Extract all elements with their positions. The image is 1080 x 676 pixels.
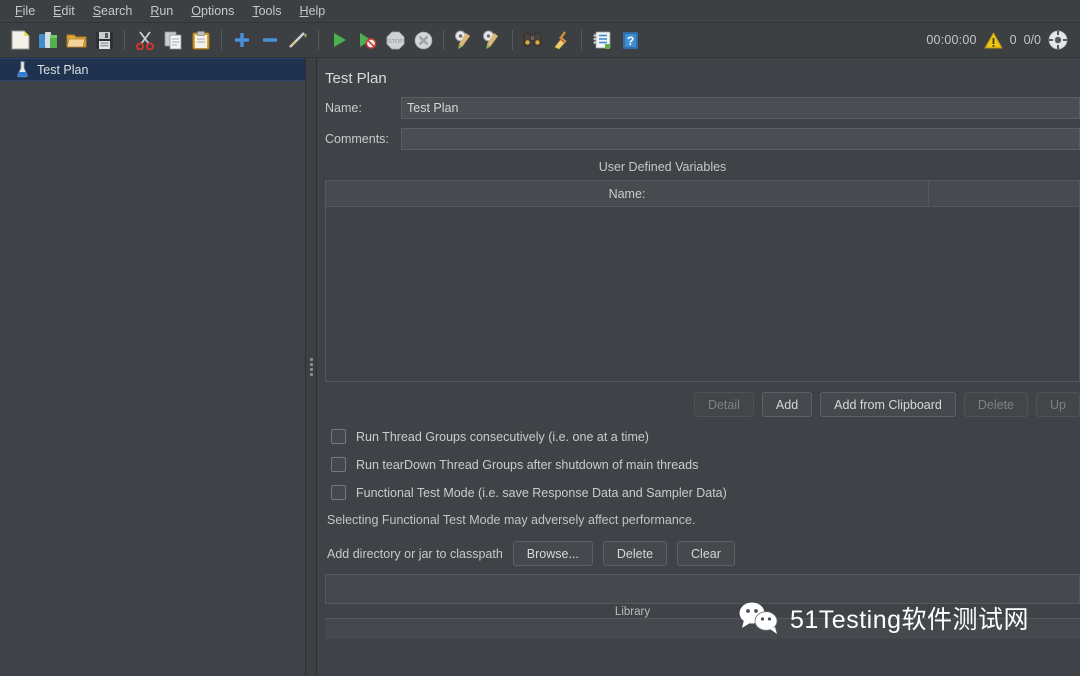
templates-icon[interactable] <box>35 27 61 53</box>
menu-item-options[interactable]: Options <box>182 2 243 20</box>
svg-text:STOP: STOP <box>388 39 403 45</box>
toolbar: STOP ? 00:00:00 0 0/0 <box>0 23 1080 58</box>
toolbar-separator <box>512 30 513 50</box>
warning-triangle-icon[interactable] <box>984 32 1003 49</box>
start-icon[interactable] <box>326 27 352 53</box>
table-body[interactable] <box>326 207 1079 381</box>
name-input[interactable] <box>401 97 1080 119</box>
menu-item-help[interactable]: Help <box>291 2 335 20</box>
user-defined-variables-caption: User Defined Variables <box>598 160 727 174</box>
search-icon[interactable] <box>520 27 546 53</box>
classpath-row: Add directory or jar to classpath Browse… <box>325 541 1080 566</box>
splitter-grip <box>309 358 313 376</box>
run-teardown-label[interactable]: Run tearDown Thread Groups after shutdow… <box>356 458 698 472</box>
functional-test-mode-checkbox[interactable] <box>331 485 346 500</box>
toolbar-separator <box>318 30 319 50</box>
delete-button[interactable]: Delete <box>963 392 1029 417</box>
run-teardown-checkbox[interactable] <box>331 457 346 472</box>
svg-text:?: ? <box>626 34 633 48</box>
classpath-label: Add directory or jar to classpath <box>327 546 503 561</box>
body-split: Test Plan Test Plan Name: Comments: User… <box>0 58 1080 676</box>
test-plan-editor: Test Plan Name: Comments: User Defined V… <box>317 58 1080 676</box>
menu-item-run[interactable]: Run <box>141 2 182 20</box>
up-button[interactable]: Up <box>1036 392 1080 417</box>
clear-all-icon[interactable] <box>479 27 505 53</box>
functional-test-mode-row: Functional Test Mode (i.e. save Response… <box>325 485 1080 500</box>
toggle-icon[interactable] <box>285 27 311 53</box>
toolbar-status-area: 00:00:00 0 0/0 <box>926 30 1074 50</box>
search-reset-icon[interactable] <box>548 27 574 53</box>
stop-icon[interactable]: STOP <box>382 27 408 53</box>
test-plan-tree: Test Plan <box>0 58 306 676</box>
name-label: Name: <box>325 101 362 115</box>
clear-icon[interactable] <box>451 27 477 53</box>
help-icon[interactable]: ? <box>617 27 643 53</box>
page-title: Test Plan <box>325 70 387 87</box>
panel-splitter[interactable] <box>306 58 317 676</box>
toolbar-separator <box>221 30 222 50</box>
cut-icon[interactable] <box>132 27 158 53</box>
column-header-value[interactable] <box>929 181 1079 206</box>
add-from-clipboard-button[interactable]: Add from Clipboard <box>820 392 956 417</box>
collapse-icon[interactable] <box>257 27 283 53</box>
thread-count: 0/0 <box>1023 33 1041 47</box>
tree-item-label: Test Plan <box>37 62 89 77</box>
start-no-pauses-icon[interactable] <box>354 27 380 53</box>
save-icon[interactable] <box>91 27 117 53</box>
udv-button-row: Detail Add Add from Clipboard Delete Up <box>325 392 1080 417</box>
run-consecutively-label[interactable]: Run Thread Groups consecutively (i.e. on… <box>356 430 649 444</box>
toolbar-separator <box>124 30 125 50</box>
remote-engines-icon[interactable] <box>1048 30 1068 50</box>
functional-test-mode-note: Selecting Functional Test Mode may adver… <box>327 513 696 527</box>
run-consecutively-checkbox[interactable] <box>331 429 346 444</box>
paste-icon[interactable] <box>188 27 214 53</box>
add-button[interactable]: Add <box>761 392 813 417</box>
classpath-list-body[interactable] <box>325 618 1080 639</box>
jmeter-window: File Edit Search Run Options Tools Help <box>0 0 1080 676</box>
table-header-row: Name: <box>326 181 1079 207</box>
warning-count: 0 <box>1009 33 1017 47</box>
run-teardown-row: Run tearDown Thread Groups after shutdow… <box>325 457 1080 472</box>
comments-label: Comments: <box>325 132 389 146</box>
shutdown-icon[interactable] <box>410 27 436 53</box>
detail-button[interactable]: Detail <box>693 392 754 417</box>
classpath-clear-button[interactable]: Clear <box>677 541 735 566</box>
new-file-icon[interactable] <box>7 27 33 53</box>
classpath-delete-button[interactable]: Delete <box>602 541 668 566</box>
classpath-list-caption: Library <box>614 606 651 618</box>
column-header-name[interactable]: Name: <box>326 181 929 206</box>
test-plan-flask-icon <box>16 61 29 78</box>
menu-bar: File Edit Search Run Options Tools Help <box>0 0 1080 23</box>
classpath-list[interactable] <box>325 574 1080 604</box>
toolbar-separator <box>443 30 444 50</box>
elapsed-time: 00:00:00 <box>926 33 977 47</box>
comments-input[interactable] <box>401 128 1080 150</box>
browse-button[interactable]: Browse... <box>512 541 593 566</box>
functional-test-mode-label[interactable]: Functional Test Mode (i.e. save Response… <box>356 486 727 500</box>
copy-icon[interactable] <box>160 27 186 53</box>
comments-field-row: Comments: <box>325 128 1080 150</box>
user-defined-variables-table: Name: <box>325 180 1080 382</box>
function-helper-icon[interactable] <box>589 27 615 53</box>
open-folder-icon[interactable] <box>63 27 89 53</box>
name-field-row: Name: <box>325 97 1080 119</box>
toolbar-separator <box>581 30 582 50</box>
menu-item-edit[interactable]: Edit <box>44 2 84 20</box>
menu-item-search[interactable]: Search <box>84 2 142 20</box>
menu-item-tools[interactable]: Tools <box>243 2 290 20</box>
run-consecutively-row: Run Thread Groups consecutively (i.e. on… <box>325 429 1080 444</box>
menu-item-file[interactable]: File <box>6 2 44 20</box>
tree-item-test-plan[interactable]: Test Plan <box>0 58 305 81</box>
expand-icon[interactable] <box>229 27 255 53</box>
